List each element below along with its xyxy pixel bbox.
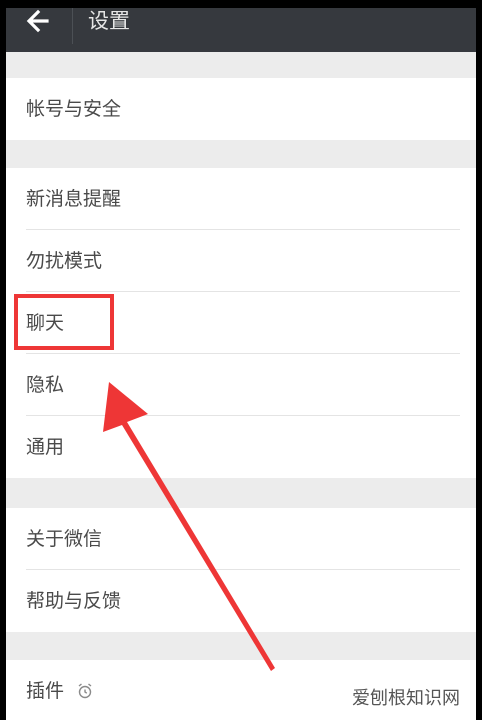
watermark: 爱刨根知识网 [352, 688, 460, 709]
annotation-arrow [103, 382, 275, 671]
